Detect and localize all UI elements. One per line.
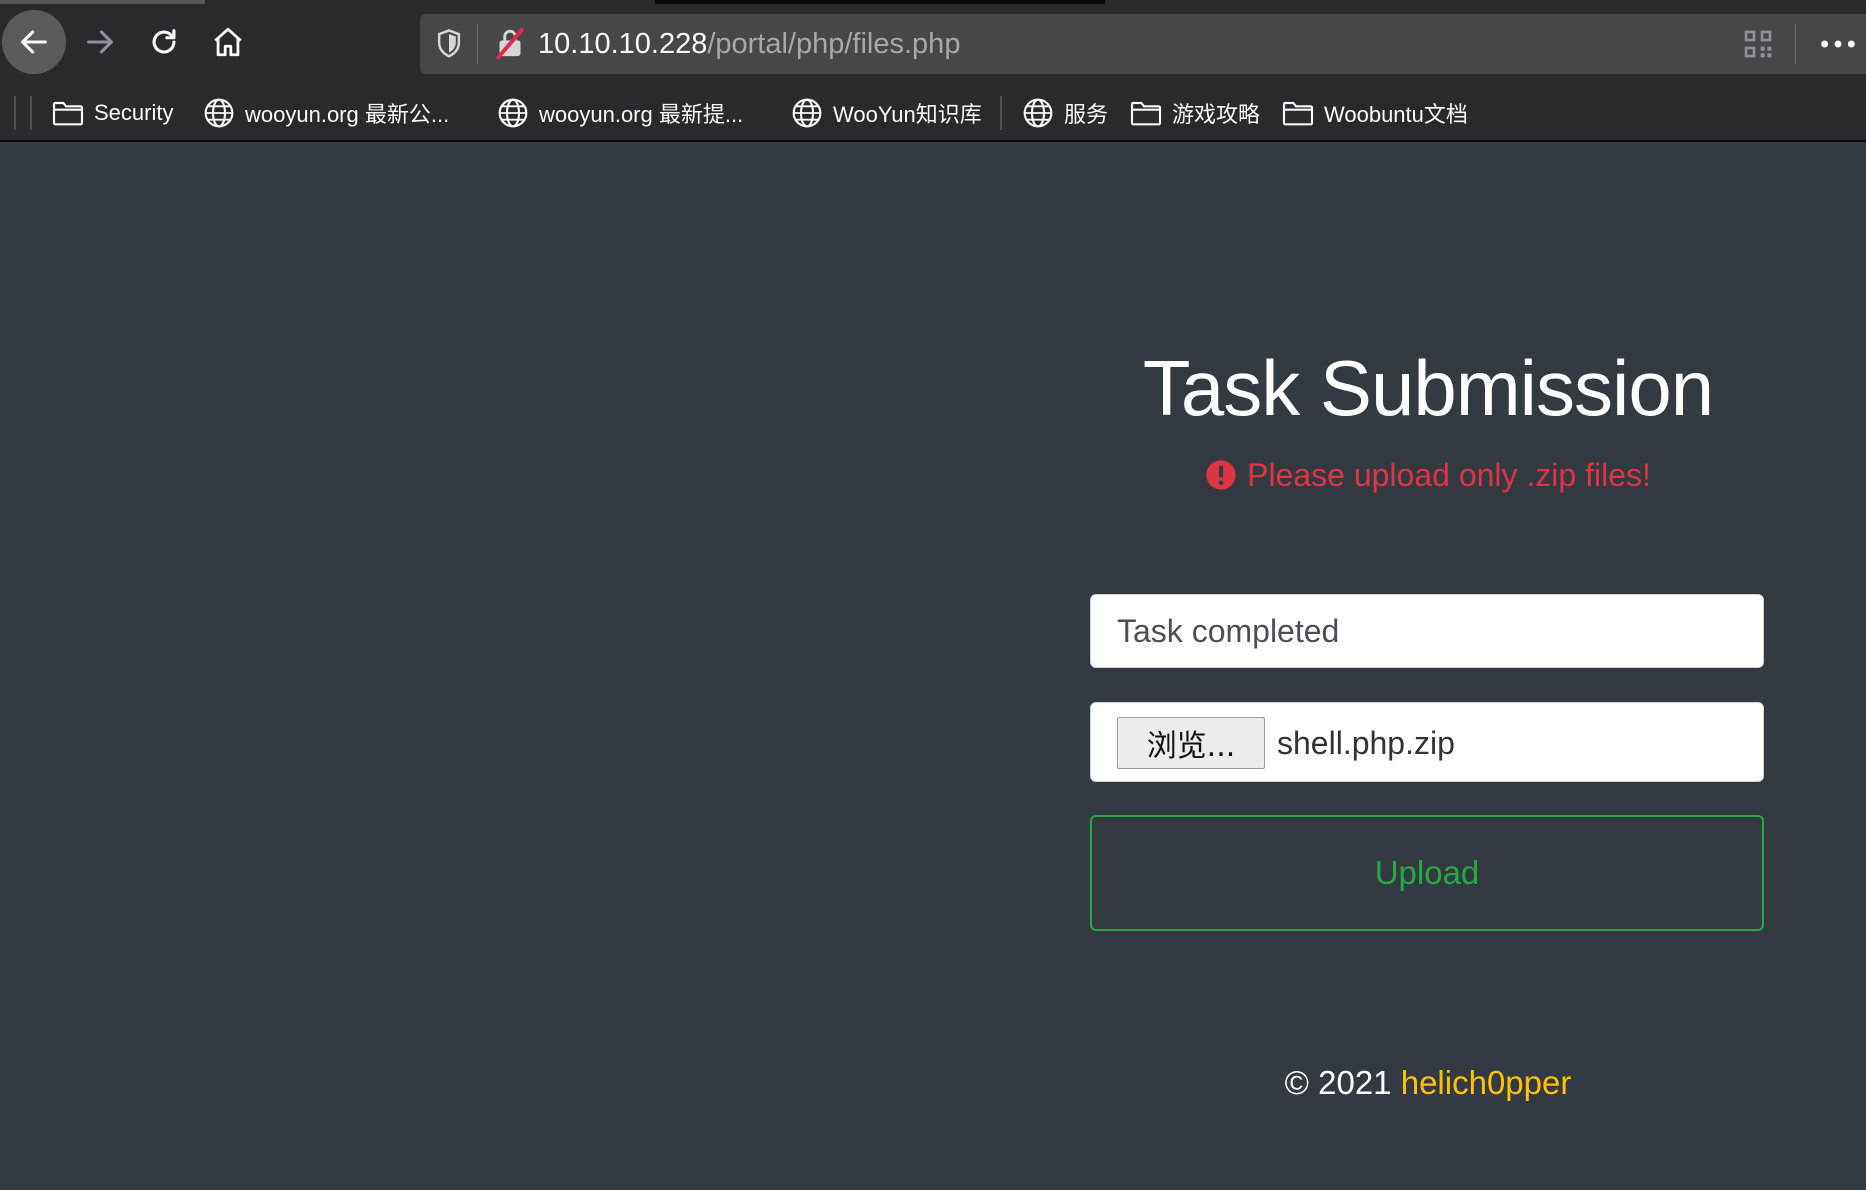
- bookmarks-separator: [30, 96, 32, 130]
- upload-button[interactable]: Upload: [1090, 815, 1764, 931]
- bookmark-label: 服务: [1064, 102, 1109, 127]
- task-input[interactable]: [1090, 594, 1764, 668]
- author-link[interactable]: helich0pper: [1401, 1064, 1572, 1101]
- selected-file-name: shell.php.zip: [1277, 725, 1455, 761]
- tab-indicator: [0, 0, 205, 4]
- url-bar[interactable]: 10.10.10.228/portal/php/files.php: [420, 14, 1866, 74]
- reload-icon: [152, 29, 176, 54]
- url-path: /portal/php/files.php: [707, 28, 961, 60]
- home-icon: [214, 27, 242, 57]
- bookmark-wooyun-knowledge[interactable]: WooYun知识库: [791, 93, 982, 133]
- globe-icon: [498, 98, 528, 128]
- exclamation-circle-icon: [1206, 460, 1236, 490]
- url-bar-divider: [1795, 24, 1796, 64]
- bookmark-label: wooyun.org 最新提...: [539, 102, 744, 127]
- page-title: Task Submission: [1142, 344, 1714, 432]
- tab-indicator: [655, 0, 1105, 4]
- bookmark-label: wooyun.org 最新公...: [245, 102, 450, 127]
- qr-code-icon[interactable]: [1742, 28, 1774, 60]
- bookmark-label: Security: [94, 100, 174, 125]
- url-text[interactable]: 10.10.10.228/portal/php/files.php: [538, 26, 960, 62]
- bookmarks-separator: [1000, 96, 1002, 130]
- file-input[interactable]: 浏览... shell.php.zip: [1090, 702, 1764, 782]
- arrow-left-icon: [21, 30, 47, 54]
- arrow-right-icon: [87, 30, 113, 54]
- globe-icon: [204, 98, 234, 128]
- upload-error-alert: Please upload only .zip files!: [1090, 450, 1766, 500]
- bookmark-label: WooYun知识库: [833, 102, 982, 127]
- url-host: 10.10.10.228: [538, 28, 708, 60]
- folder-icon: [1282, 101, 1314, 126]
- bookmark-label: Woobuntu文档: [1324, 102, 1468, 127]
- alert-message: Please upload only .zip files!: [1247, 457, 1651, 493]
- bookmark-wooyun-latest-public[interactable]: wooyun.org 最新公...: [203, 93, 449, 133]
- bookmark-wooyun-latest-submitted[interactable]: wooyun.org 最新提...: [497, 93, 743, 133]
- back-button[interactable]: [2, 10, 66, 74]
- globe-icon: [792, 98, 822, 128]
- copyright-text: © 2021: [1284, 1064, 1392, 1101]
- globe-icon: [1023, 98, 1053, 128]
- url-bar-divider: [477, 24, 478, 64]
- reload-button[interactable]: [132, 10, 196, 74]
- bookmark-folder-security[interactable]: Security: [52, 93, 173, 133]
- folder-icon: [1130, 101, 1162, 126]
- browser-toolbar: 10.10.10.228/portal/php/files.php: [0, 0, 1866, 88]
- bookmark-services[interactable]: 服务: [1022, 93, 1108, 133]
- home-button[interactable]: [196, 10, 260, 74]
- bookmark-folder-woobuntu-docs[interactable]: Woobuntu文档: [1282, 93, 1468, 133]
- footer-copyright: © 2021 helich0pper: [1090, 1060, 1766, 1106]
- browse-button[interactable]: 浏览...: [1117, 717, 1265, 769]
- folder-icon: [52, 101, 84, 126]
- more-actions-icon[interactable]: [1818, 30, 1858, 58]
- bookmark-folder-game-guides[interactable]: 游戏攻略: [1130, 93, 1260, 133]
- insecure-lock-icon[interactable]: [494, 26, 526, 60]
- bookmarks-separator: [14, 96, 16, 130]
- tracking-protection-shield-icon[interactable]: [434, 28, 464, 60]
- forward-button[interactable]: [68, 10, 132, 74]
- bookmark-label: 游戏攻略: [1172, 102, 1261, 127]
